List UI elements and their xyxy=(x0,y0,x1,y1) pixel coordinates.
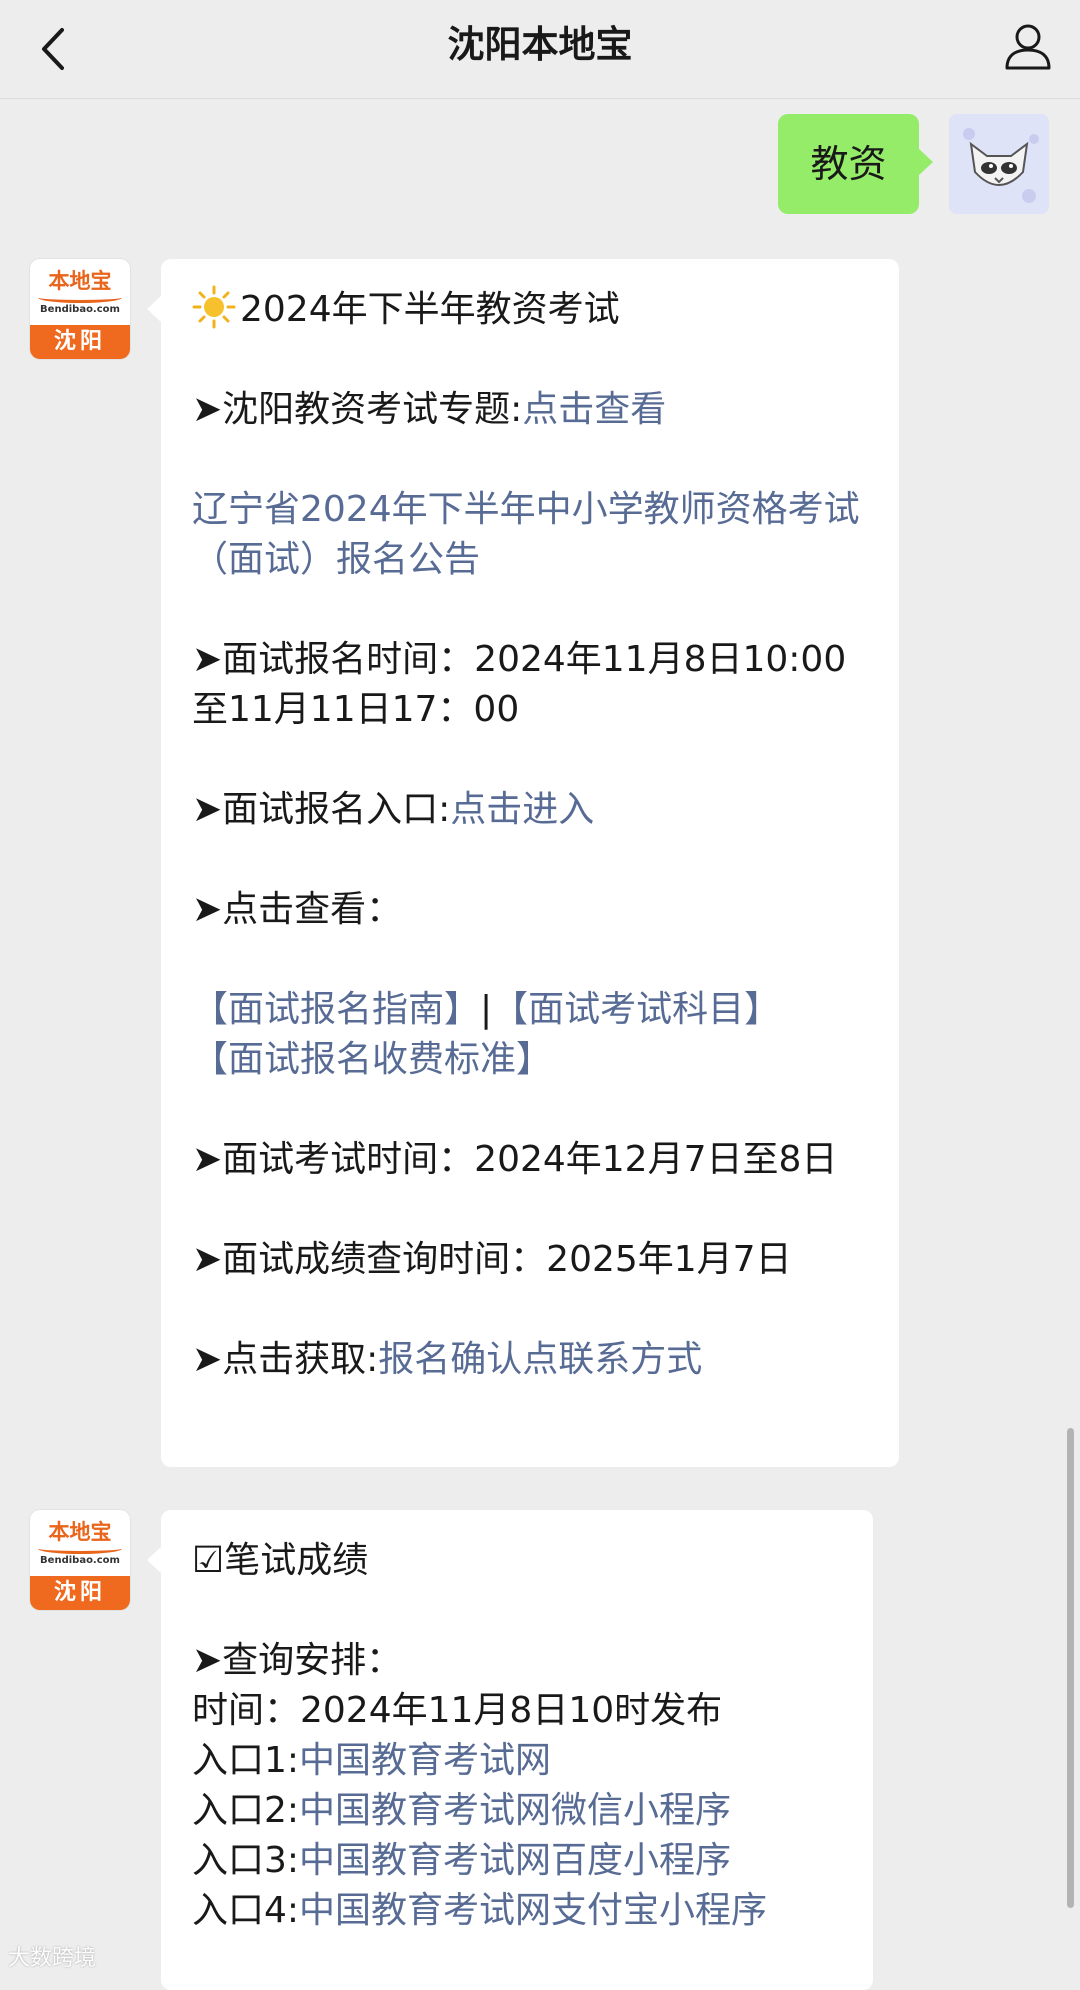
link-separator: | xyxy=(480,989,493,1030)
signup-entry-label: ➤面试报名入口: xyxy=(192,789,451,830)
avatar-logo-text: 本地宝 xyxy=(48,1520,112,1544)
outgoing-message-bubble[interactable]: 教资 xyxy=(778,114,933,214)
announcement-link[interactable]: 辽宁省2024年下半年中小学教师资格考试（面试）报名公告 xyxy=(192,489,860,580)
message-title: 2024年下半年教资考试 xyxy=(240,289,620,330)
chat-title: 沈阳本地宝 xyxy=(447,23,633,66)
avatar-logo-text: 本地宝 xyxy=(48,269,112,293)
entry-link[interactable]: 中国教育考试网 xyxy=(299,1740,551,1781)
contact-link[interactable]: 报名确认点联系方式 xyxy=(378,1339,702,1380)
avatar-domain-text: Bendibao.com xyxy=(40,304,120,315)
entry-link[interactable]: 中国教育考试网百度小程序 xyxy=(299,1840,731,1881)
signup-entry-link[interactable]: 点击进入 xyxy=(450,789,594,830)
user-avatar[interactable] xyxy=(949,114,1049,214)
entry-row: 入口4:中国教育考试网支付宝小程序 xyxy=(192,1886,845,1936)
fee-link[interactable]: 【面试报名收费标准】 xyxy=(192,1039,552,1080)
signup-time-text: ➤面试报名时间：2024年11月8日10:00至11月11日17：00 xyxy=(192,639,847,730)
outgoing-message-text: 教资 xyxy=(810,142,887,186)
contact-label: ➤点击获取: xyxy=(192,1339,379,1380)
cartoon-cat-avatar-image xyxy=(949,114,1049,214)
avatar-city-text: 沈阳 xyxy=(30,325,130,359)
release-time-text: 时间：2024年11月8日10时发布 xyxy=(192,1690,723,1731)
watermark: 大数跨境 xyxy=(8,1946,97,1971)
entry-row: 入口1:中国教育考试网 xyxy=(192,1736,845,1786)
entry-row: 入口2:中国教育考试网微信小程序 xyxy=(192,1786,845,1836)
incoming-message-bubble-2: ☑笔试成绩 ➤查询安排： 时间：2024年11月8日10时发布 入口1:中国教育… xyxy=(147,1510,873,1990)
incoming-message-bubble: 2024年下半年教资考试 ➤沈阳教资考试专题:点击查看 辽宁省2024年下半年中… xyxy=(147,259,899,1467)
view-label: ➤点击查看： xyxy=(192,889,403,930)
guide-link[interactable]: 【面试报名指南】 xyxy=(192,989,480,1030)
top-bar: 沈阳本地宝 xyxy=(0,0,1080,99)
entry-label: 入口1: xyxy=(192,1740,300,1781)
entry-label: 入口3: xyxy=(192,1840,300,1881)
topic-label: ➤沈阳教资考试专题: xyxy=(192,389,523,430)
topic-link[interactable]: 点击查看 xyxy=(522,389,666,430)
exam-time-text: ➤面试考试时间：2024年12月7日至8日 xyxy=(192,1139,838,1180)
written-score-title: ☑笔试成绩 xyxy=(192,1540,369,1581)
sun-icon xyxy=(192,285,236,329)
entry-label: 入口4: xyxy=(192,1890,300,1931)
avatar-city-text: 沈阳 xyxy=(30,1576,130,1610)
account-avatar-2[interactable]: 本地宝 Bendibao.com 沈阳 xyxy=(30,1510,130,1610)
entry-link[interactable]: 中国教育考试网支付宝小程序 xyxy=(299,1890,767,1931)
profile-icon[interactable] xyxy=(1002,20,1054,72)
entry-label: 入口2: xyxy=(192,1790,300,1831)
avatar-domain-text: Bendibao.com xyxy=(40,1555,120,1566)
entry-row: 入口3:中国教育考试网百度小程序 xyxy=(192,1836,845,1886)
message-title-line: 2024年下半年教资考试 xyxy=(192,285,871,335)
query-label: ➤查询安排： xyxy=(192,1640,403,1681)
account-avatar[interactable]: 本地宝 Bendibao.com 沈阳 xyxy=(30,259,130,359)
score-time-text: ➤面试成绩查询时间：2025年1月7日 xyxy=(192,1239,792,1280)
entry-link[interactable]: 中国教育考试网微信小程序 xyxy=(299,1790,731,1831)
scrollbar[interactable] xyxy=(1067,1428,1074,1908)
subjects-link[interactable]: 【面试考试科目】 xyxy=(492,989,780,1030)
